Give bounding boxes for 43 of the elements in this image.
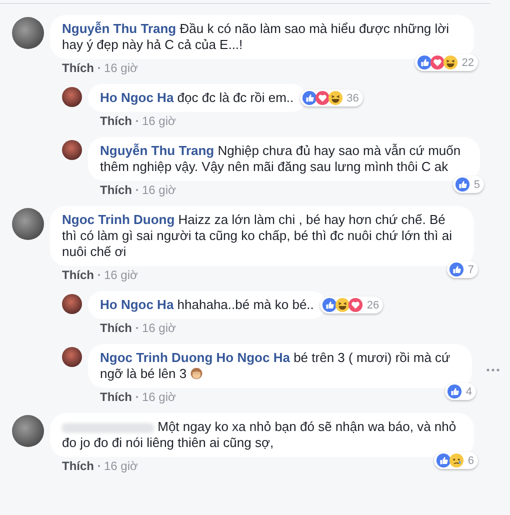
comment-time: 16 giờ [104, 459, 138, 473]
avatar[interactable] [62, 294, 82, 314]
like-link[interactable]: Thích [100, 114, 132, 128]
avatar[interactable] [62, 87, 82, 107]
commenter-name[interactable]: Ngoc Trinh Duong [100, 350, 213, 365]
avatar[interactable] [62, 347, 82, 367]
avatar[interactable] [12, 17, 44, 49]
reaction-count: 6 [468, 454, 474, 466]
comment-time: 16 giờ [104, 268, 138, 282]
commenter-name[interactable]: Nguyễn Thu Trang [62, 21, 176, 36]
commenter-name[interactable]: Ho Ngoc Ha [100, 90, 174, 105]
comment-text: Nguyễn Thu Trang Nghiệp chưa đủ hay sao mà vẫn cứ muốn thêm nghiệp vậy. Vậy nên mãi đăng sau lưng mình thôi C ak [100, 143, 462, 175]
reaction-count: 36 [346, 92, 359, 104]
avatar[interactable] [12, 208, 44, 240]
comment-text: Ngoc Trinh Duong Haizz za lớn làm chi , bé hay hơn chứ chế. Bé thì có làm gì sai người ta cũng ko chấp, bé thì đc nuôi chứ lớn thì ai nuôi chế ơi [62, 212, 453, 260]
comment-text: Một ngay ko xa nhỏ bạn đó sẽ nhận wa báo, và nhỏ đo jo đo đi nói liêng thiên ai cũng sợ, [62, 419, 458, 451]
reaction-count: 4 [466, 386, 472, 398]
comment-text: Ngoc Trinh Duong Ho Ngoc Ha bé trên 3 ( mươi) rồi mà cứ ngỡ là bé lên 3 [100, 350, 452, 382]
reaction-count: 7 [468, 264, 474, 276]
more-options-icon[interactable] [486, 368, 500, 372]
comment-time: 16 giờ [142, 114, 176, 128]
comment-time: 16 giờ [142, 390, 176, 404]
like-link[interactable]: Thích [100, 183, 132, 197]
commenter-name[interactable]: Nguyễn Thu Trang [100, 143, 214, 158]
like-link[interactable]: Thích [62, 61, 94, 75]
reaction-count: 26 [366, 299, 380, 311]
commenter-name[interactable]: Ngoc Trinh Duong [62, 212, 175, 227]
like-link[interactable]: Thích [100, 321, 132, 335]
like-link[interactable]: Thích [100, 390, 132, 404]
reaction-count: 5 [474, 178, 480, 190]
comment-time: 16 giờ [142, 183, 176, 197]
comment-time: 16 giờ [104, 61, 138, 75]
comment-text: Ho Ngoc Ha đọc đc là đc rồi em.. [100, 90, 294, 106]
reaction-count: 22 [462, 56, 474, 68]
avatar[interactable] [62, 140, 82, 160]
comment-text: Nguyễn Thu Trang Đầu k có não làm sao mà hiểu được những lời hay ý đẹp này hả C cả của E...! [62, 21, 450, 53]
avatar[interactable] [12, 415, 44, 447]
comment-time: 16 giờ [142, 321, 176, 335]
like-link[interactable]: Thích [62, 459, 94, 473]
mention-link[interactable]: Ho Ngoc Ha [216, 350, 290, 365]
commenter-name[interactable]: Ho Ngoc Ha [100, 297, 174, 312]
like-link[interactable]: Thích [62, 268, 94, 282]
comment-text: Ho Ngoc Ha hhahaha..bé mà ko bé.. [100, 297, 314, 313]
